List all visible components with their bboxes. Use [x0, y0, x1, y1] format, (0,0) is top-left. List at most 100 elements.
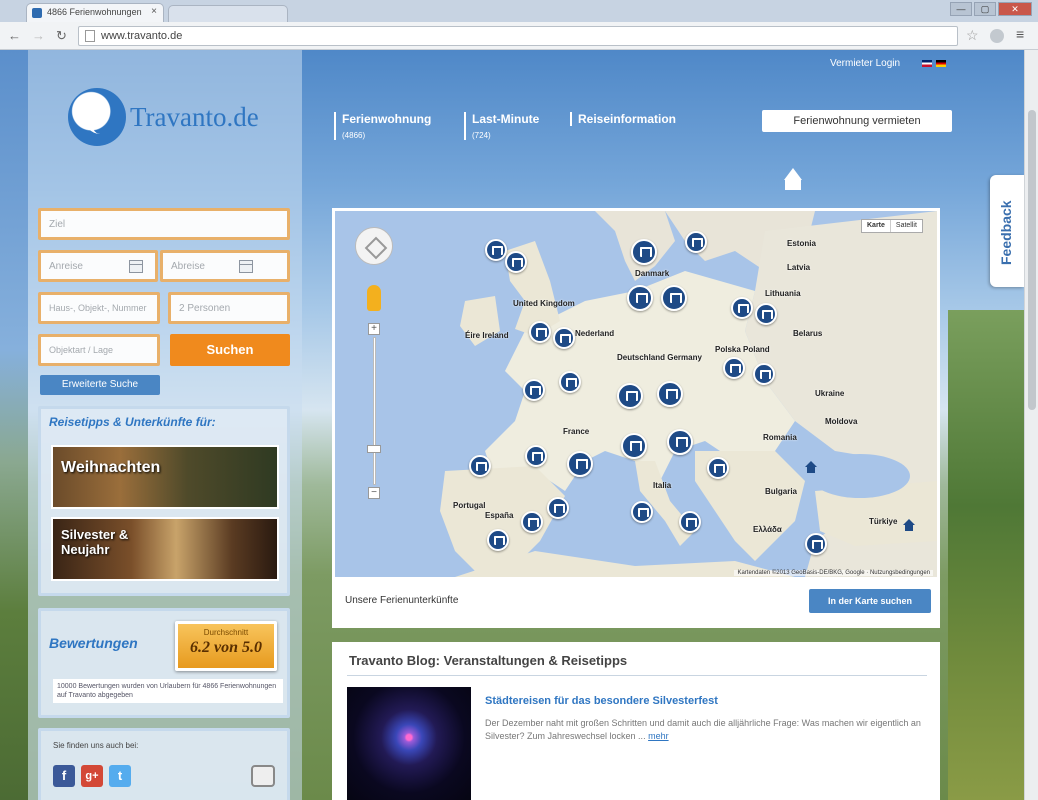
extension-icon[interactable]: [990, 29, 1004, 43]
map-marker[interactable]: [505, 251, 527, 273]
advanced-search-button[interactable]: Erweiterte Suche: [40, 375, 160, 395]
zoom-in-button[interactable]: +: [368, 323, 380, 335]
zoom-slider-handle[interactable]: [367, 445, 381, 453]
browser-menu-icon[interactable]: ≡: [1016, 26, 1024, 42]
background-right: [948, 310, 1024, 800]
map-marker[interactable]: [559, 371, 581, 393]
read-more-link[interactable]: mehr: [648, 731, 669, 741]
back-arrow-icon[interactable]: ←: [8, 28, 21, 43]
object-number-input[interactable]: Haus-, Objekt-, Nummer: [38, 292, 160, 324]
map-marker[interactable]: [657, 381, 683, 407]
calendar-icon[interactable]: [239, 260, 253, 273]
map-marker[interactable]: [805, 533, 827, 555]
close-window-button[interactable]: ✕: [998, 2, 1032, 16]
scrollbar-thumb[interactable]: [1028, 110, 1036, 410]
flag-de-icon[interactable]: [936, 60, 946, 67]
browser-tab-inactive[interactable]: [168, 5, 288, 22]
map-marker[interactable]: [685, 231, 707, 253]
map-marker[interactable]: [755, 303, 777, 325]
page-scrollbar[interactable]: [1024, 50, 1038, 800]
social-box: Sie finden uns auch bei: f g+ t: [38, 728, 290, 800]
print-icon[interactable]: [251, 765, 275, 787]
map-marker[interactable]: [567, 451, 593, 477]
europe-map[interactable]: Karte Satellit + − Estonia Latvia Lithua…: [335, 211, 937, 577]
close-tab-icon[interactable]: ×: [151, 6, 157, 17]
search-in-map-button[interactable]: In der Karte suchen: [809, 589, 931, 613]
map-marker[interactable]: [521, 511, 543, 533]
arrival-date-input[interactable]: Anreise: [38, 250, 158, 282]
zoom-out-button[interactable]: −: [368, 487, 380, 499]
map-pan-icon[interactable]: [355, 227, 393, 265]
map-marker[interactable]: [753, 363, 775, 385]
arrival-label: Anreise: [49, 261, 83, 272]
maximize-button[interactable]: ▢: [974, 2, 996, 16]
nav-holiday-apartment[interactable]: Ferienwohnung (4866): [334, 112, 431, 140]
nav-last-minute[interactable]: Last-Minute (724): [464, 112, 539, 140]
reload-icon[interactable]: ↻: [56, 28, 67, 44]
google-plus-icon[interactable]: g+: [81, 765, 103, 787]
map-marker[interactable]: [469, 455, 491, 477]
house-marker-icon[interactable]: [805, 461, 817, 473]
christmas-tile[interactable]: Weihnachten: [51, 445, 279, 509]
persons-select[interactable]: 2 Personen: [168, 292, 290, 324]
flag-en-icon[interactable]: [922, 60, 932, 67]
zoom-slider-track[interactable]: [373, 337, 376, 485]
logo-swoosh-icon: [68, 88, 126, 146]
map-type-map[interactable]: Karte: [862, 220, 891, 232]
map-type-control: Karte Satellit: [861, 219, 923, 233]
nav-travel-info[interactable]: Reiseinformation: [570, 112, 676, 126]
street-view-pegman-icon[interactable]: [367, 285, 381, 311]
forward-arrow-icon[interactable]: →: [32, 28, 45, 43]
map-marker[interactable]: [525, 445, 547, 467]
twitter-icon[interactable]: t: [109, 765, 131, 787]
nav-count: (4866): [342, 131, 366, 140]
facebook-icon[interactable]: f: [53, 765, 75, 787]
blog-post-excerpt: Der Dezember naht mit großen Schritten u…: [485, 717, 925, 743]
rating-badge[interactable]: Durchschnitt 6.2 von 5.0: [175, 621, 277, 671]
nav-label: Ferienwohnung: [342, 112, 432, 126]
destination-input[interactable]: Ziel: [38, 208, 290, 240]
map-marker[interactable]: [529, 321, 551, 343]
map-marker[interactable]: [523, 379, 545, 401]
map-marker[interactable]: [631, 239, 657, 265]
landlord-login-link[interactable]: Vermieter Login: [830, 58, 900, 69]
browser-tab[interactable]: 4866 Ferienwohnungen ×: [26, 3, 164, 22]
map-marker[interactable]: [621, 433, 647, 459]
new-year-tile-label: Silvester & Neujahr: [61, 527, 129, 557]
travanto-favicon-icon: [32, 8, 42, 18]
search-button[interactable]: Suchen: [170, 334, 290, 366]
bookmark-star-icon[interactable]: ☆: [966, 27, 979, 44]
category-select[interactable]: Objektart / Lage: [38, 334, 160, 366]
map-type-satellite[interactable]: Satellit: [891, 220, 922, 232]
map-marker[interactable]: [627, 285, 653, 311]
url-input[interactable]: www.travanto.de: [78, 26, 958, 46]
departure-date-input[interactable]: Abreise: [160, 250, 290, 282]
map-marker[interactable]: [485, 239, 507, 261]
minimize-button[interactable]: —: [950, 2, 972, 16]
house-pointer-icon: [782, 168, 804, 190]
new-year-tile[interactable]: Silvester & Neujahr: [51, 517, 279, 581]
map-marker[interactable]: [617, 383, 643, 409]
map-marker[interactable]: [547, 497, 569, 519]
feedback-tab[interactable]: Feedback: [990, 175, 1024, 287]
calendar-icon[interactable]: [129, 260, 143, 273]
map-marker[interactable]: [723, 357, 745, 379]
url-text: www.travanto.de: [101, 30, 183, 42]
house-marker-icon[interactable]: [903, 519, 915, 531]
map-marker[interactable]: [487, 529, 509, 551]
departure-label: Abreise: [171, 261, 205, 272]
map-marker[interactable]: [661, 285, 687, 311]
blog-post-title[interactable]: Städtereisen für das besondere Silvester…: [485, 695, 718, 707]
map-marker[interactable]: [667, 429, 693, 455]
map-marker[interactable]: [679, 511, 701, 533]
map-label: Türkiye: [869, 517, 898, 526]
map-label: Latvia: [787, 263, 811, 272]
travel-tips-title: Reisetipps & Unterkünfte für:: [49, 415, 216, 429]
fireworks-image[interactable]: [347, 687, 471, 800]
travanto-logo[interactable]: Travanto.de: [68, 88, 268, 148]
map-marker[interactable]: [631, 501, 653, 523]
map-marker[interactable]: [553, 327, 575, 349]
map-marker[interactable]: [731, 297, 753, 319]
rent-out-button[interactable]: Ferienwohnung vermieten: [762, 110, 952, 132]
map-marker[interactable]: [707, 457, 729, 479]
